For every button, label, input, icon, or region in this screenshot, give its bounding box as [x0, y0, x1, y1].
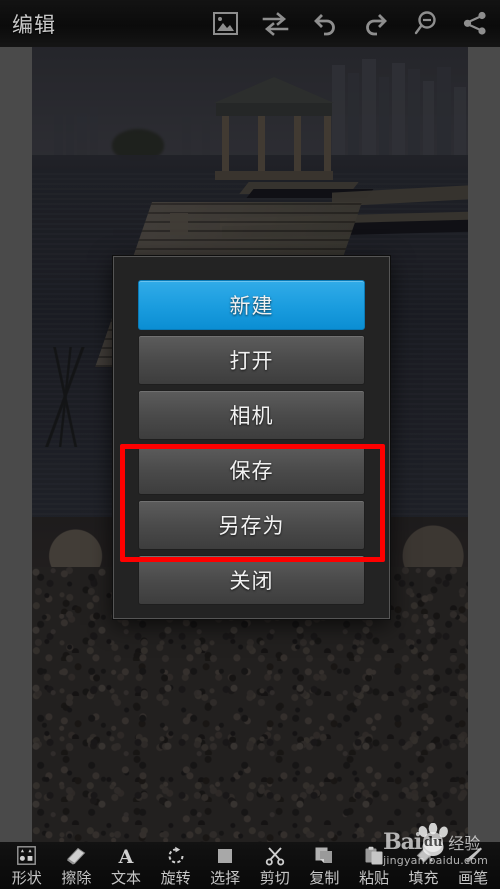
select-icon: [216, 845, 234, 866]
cut-icon: [265, 845, 285, 866]
photo-pavilion-roof: [214, 77, 334, 103]
tool-shapes[interactable]: 形状: [2, 845, 52, 888]
svg-text:A: A: [118, 846, 134, 865]
tool-label: 选择: [210, 869, 241, 887]
share-icon[interactable]: [460, 9, 490, 39]
tool-cut[interactable]: 剪切: [250, 845, 300, 888]
photo-reeds: [32, 347, 102, 447]
redo-icon[interactable]: [360, 9, 390, 39]
undo-icon[interactable]: [310, 9, 340, 39]
tool-label: 形状: [11, 869, 42, 887]
zoom-out-icon[interactable]: [410, 9, 440, 39]
file-menu-dialog[interactable]: 新建 打开 相机 保存 另存为 关闭: [113, 256, 390, 619]
image-icon[interactable]: [210, 9, 240, 39]
close-button[interactable]: 关闭: [138, 555, 365, 605]
top-toolbar: 编辑: [0, 0, 500, 47]
open-button[interactable]: 打开: [138, 335, 365, 385]
photo-pavilion-band: [216, 103, 332, 116]
top-icon-group: [210, 9, 500, 39]
tool-label: 文本: [110, 869, 141, 887]
dialog-button-list: 新建 打开 相机 保存 另存为 关闭: [138, 280, 365, 605]
brush-icon: [463, 845, 483, 866]
tool-label: 旋转: [160, 869, 191, 887]
rotate-icon: [166, 845, 186, 866]
eraser-icon: [65, 845, 87, 866]
tool-text[interactable]: A 文本: [101, 845, 151, 888]
save-as-button[interactable]: 另存为: [138, 500, 365, 550]
photo-pavilion-base: [215, 171, 333, 180]
new-button[interactable]: 新建: [138, 280, 365, 330]
tool-copy[interactable]: 复制: [300, 845, 350, 888]
swap-icon[interactable]: [260, 9, 290, 39]
tool-brush[interactable]: 画笔: [448, 845, 498, 888]
tool-rotate[interactable]: 旋转: [151, 845, 201, 888]
app-root: 编辑 新建 打开 相机 保存 另存为 关闭 形状 擦除 A 文本 旋转 选择 剪…: [0, 0, 500, 889]
shapes-icon: [17, 845, 37, 866]
baidu-paw-icon: [418, 823, 448, 856]
camera-button[interactable]: 相机: [138, 390, 365, 440]
tool-label: 复制: [309, 869, 340, 887]
tool-label: 剪切: [259, 869, 290, 887]
tool-label: 画笔: [458, 869, 489, 887]
tool-label: 粘贴: [358, 869, 389, 887]
tool-eraser[interactable]: 擦除: [52, 845, 102, 888]
tool-label: 填充: [408, 869, 439, 887]
tool-select[interactable]: 选择: [200, 845, 250, 888]
page-title: 编辑: [12, 12, 56, 37]
copy-icon: [314, 845, 334, 866]
save-button[interactable]: 保存: [138, 445, 365, 495]
tool-paste[interactable]: 粘贴: [349, 845, 399, 888]
text-icon: A: [117, 845, 135, 866]
paste-icon: [364, 845, 384, 866]
tool-label: 擦除: [61, 869, 92, 887]
